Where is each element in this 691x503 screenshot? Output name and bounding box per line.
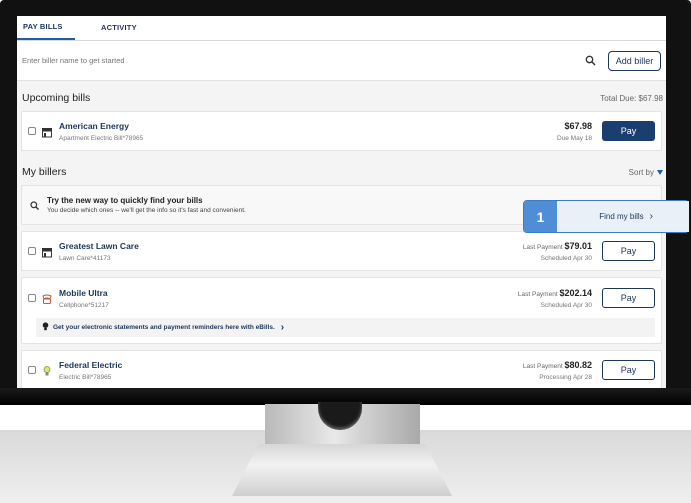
tab-pay-bills[interactable]: PAY BILLS — [17, 16, 75, 40]
my-billers-title: My billers — [22, 166, 67, 178]
payment-status: Processing Apr 28 — [539, 373, 592, 381]
bill-due-date: Due May 18 — [556, 134, 592, 142]
sort-by-control[interactable]: Sort by — [629, 168, 663, 177]
callout-number: 1 — [524, 201, 557, 232]
chevron-right-icon: › — [649, 211, 653, 222]
promo-subtitle: You decide which ones -- we'll get the i… — [47, 207, 246, 214]
payment-status: Scheduled Apr 30 — [540, 301, 592, 309]
sort-by-label: Sort by — [628, 167, 654, 177]
lightbulb-icon — [42, 322, 49, 333]
bill-checkbox[interactable] — [28, 127, 36, 135]
caret-down-icon — [657, 169, 663, 175]
payee-account: Lawn Care*41173 — [59, 254, 111, 262]
payment-status: Scheduled Apr 30 — [540, 254, 592, 262]
payee-account: Electric Bill*78965 — [59, 373, 112, 381]
pay-button[interactable]: Pay — [602, 360, 655, 380]
last-payment-label: Last Payment — [522, 362, 563, 370]
tab-activity[interactable]: ACTIVITY — [95, 16, 143, 40]
last-payment-label: Last Payment — [517, 290, 558, 298]
find-my-bills-button[interactable]: Find my bills › — [557, 201, 689, 232]
upcoming-bills-header: Upcoming bills Total Due: $67.98 — [17, 85, 666, 111]
chevron-right-icon: › — [280, 322, 285, 333]
building-icon — [41, 245, 53, 258]
last-payment-amount: $80.82 — [564, 359, 592, 370]
search-icon — [29, 199, 41, 211]
upcoming-bills-title: Upcoming bills — [22, 92, 91, 104]
tab-bar: PAY BILLS ACTIVITY — [17, 16, 666, 41]
add-biller-button[interactable]: Add biller — [608, 50, 661, 71]
biller-checkbox[interactable] — [28, 247, 36, 255]
pay-button[interactable]: Pay — [602, 288, 655, 308]
payee-name[interactable]: Greatest Lawn Care — [59, 241, 523, 251]
ebill-text: Get your electronic statements and payme… — [53, 324, 275, 331]
last-payment-amount: $202.14 — [559, 287, 592, 298]
last-payment-amount: $79.01 — [564, 240, 592, 251]
find-my-bills-callout: 1 Find my bills › — [523, 200, 689, 233]
biller-checkbox[interactable] — [28, 366, 36, 374]
payee-account: Apartment Electric Bill*78965 — [59, 134, 144, 142]
payee-account: Cellphone*51217 — [59, 301, 109, 309]
biller-card: Federal Electric Electric Bill*78965 Las… — [21, 350, 662, 388]
biller-card: Greatest Lawn Care Lawn Care*41173 Last … — [21, 231, 662, 271]
total-due: Total Due: $67.98 — [600, 93, 663, 103]
upcoming-bill-card: American Energy Apartment Electric Bill*… — [21, 111, 662, 151]
payee-name[interactable]: Federal Electric — [59, 360, 523, 370]
last-payment-label: Last Payment — [522, 243, 563, 251]
biller-checkbox[interactable] — [28, 294, 36, 302]
ebill-banner[interactable]: Get your electronic statements and payme… — [36, 318, 655, 337]
my-billers-header: My billers Sort by — [17, 159, 666, 185]
biller-search-row: Add biller — [17, 41, 666, 81]
payee-name[interactable]: Mobile Ultra — [59, 288, 518, 298]
search-icon[interactable] — [584, 54, 598, 68]
find-my-bills-label: Find my bills — [599, 212, 644, 221]
monitor-stand-base — [232, 444, 452, 496]
building-icon — [41, 125, 53, 138]
bill-amount: $67.98 — [564, 120, 592, 131]
pay-button[interactable]: Pay — [602, 121, 655, 141]
pay-button[interactable]: Pay — [602, 241, 655, 261]
phone-icon — [41, 292, 53, 304]
biller-search-input[interactable] — [22, 56, 584, 65]
payee-name[interactable]: American Energy — [59, 121, 557, 131]
biller-card: Mobile Ultra Cellphone*51217 Last Paymen… — [21, 277, 662, 344]
lightbulb-icon — [41, 364, 53, 376]
promo-title: Try the new way to quickly find your bil… — [47, 196, 203, 205]
